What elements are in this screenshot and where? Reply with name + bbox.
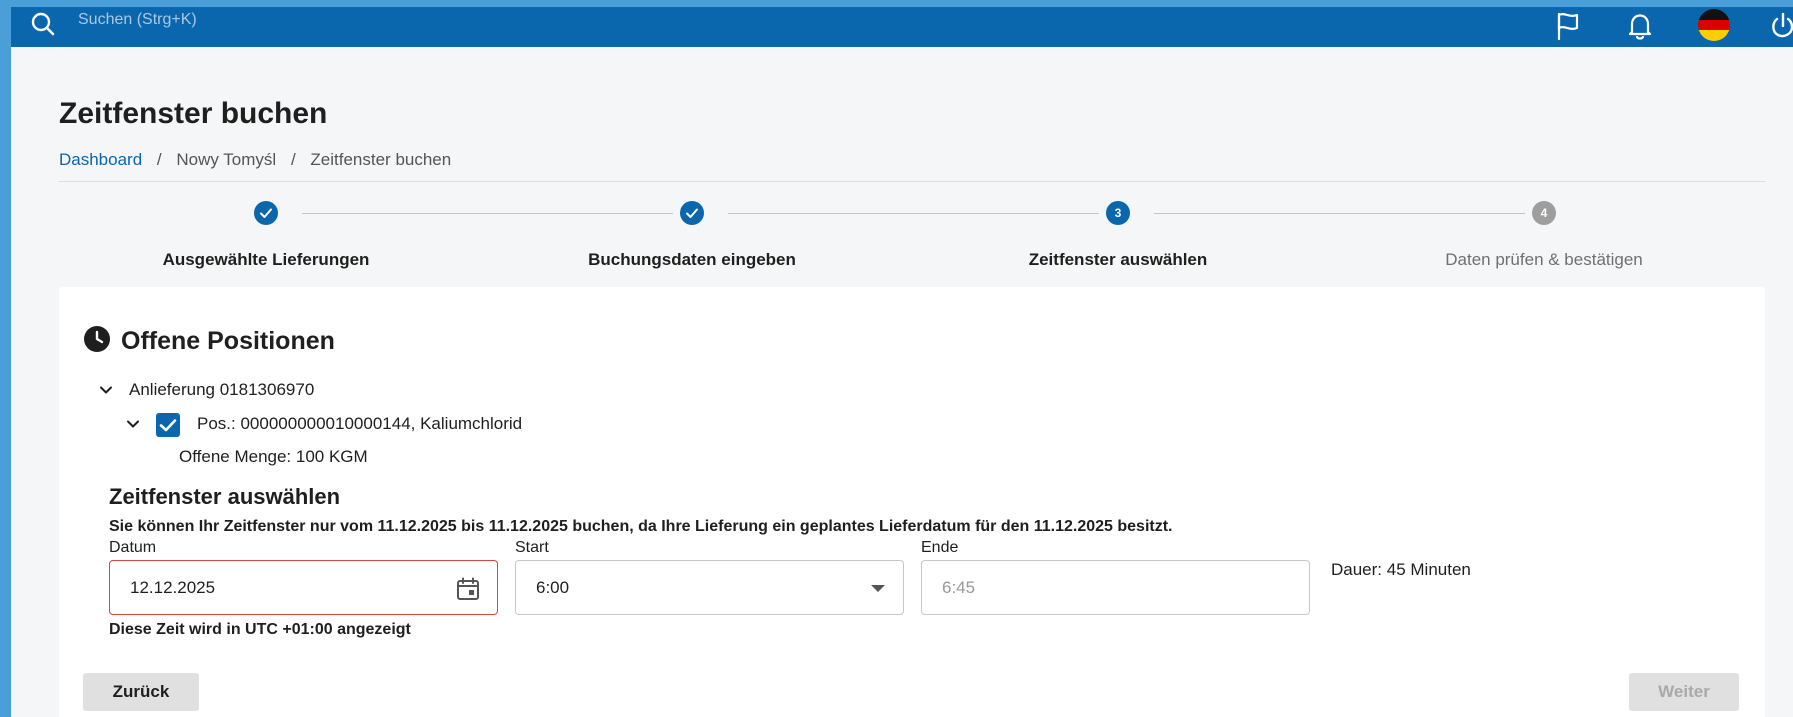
start-label: Start	[515, 539, 549, 556]
step-connector	[1154, 213, 1525, 214]
date-value: 12.12.2025	[130, 577, 216, 597]
search-icon[interactable]	[28, 10, 58, 40]
breadcrumb-separator: /	[290, 150, 296, 169]
step-4-label: Daten prüfen & bestätigen	[1445, 250, 1643, 269]
next-button[interactable]: Weiter	[1629, 673, 1739, 711]
check-icon	[686, 208, 698, 218]
chevron-down-icon[interactable]	[126, 417, 140, 431]
duration-text: Dauer: 45 Minuten	[1331, 560, 1471, 579]
date-label: Datum	[109, 539, 157, 556]
german-flag-icon[interactable]	[1698, 9, 1730, 41]
breadcrumb-dashboard-link[interactable]: Dashboard	[59, 150, 142, 169]
end-label: Ende	[921, 539, 959, 556]
calendar-icon[interactable]	[455, 576, 481, 602]
power-icon[interactable]	[1766, 9, 1793, 43]
back-button[interactable]: Zurück	[83, 673, 199, 711]
timeslot-title: Zeitfenster auswählen	[109, 484, 341, 509]
date-input[interactable]: 12.12.2025	[109, 560, 498, 615]
search-input[interactable]: Suchen (Strg+K)	[78, 11, 197, 29]
end-time-field: 6:45	[921, 560, 1310, 615]
position-label[interactable]: Pos.: 000000000010000144, Kaliumchlorid	[197, 414, 522, 434]
breadcrumb-separator: /	[156, 150, 162, 169]
step-2-label: Buchungsdaten eingeben	[588, 250, 796, 269]
step-2-indicator	[680, 201, 704, 225]
app-window: Suchen (Strg+K) Zeitfenster buchen Dashb…	[11, 7, 1793, 717]
step-3-label: Zeitfenster auswählen	[1028, 250, 1208, 269]
breadcrumb-location[interactable]: Nowy Tomyśl	[176, 150, 276, 169]
step-connector	[302, 213, 673, 214]
chevron-down-icon[interactable]	[99, 383, 113, 397]
clock-icon	[84, 326, 110, 352]
step-3-indicator: 3	[1106, 201, 1130, 225]
step-4-indicator: 4	[1532, 201, 1556, 225]
start-time-select[interactable]: 6:00	[515, 560, 904, 615]
delivery-label[interactable]: Anlieferung 0181306970	[129, 380, 314, 400]
check-icon	[159, 419, 177, 432]
check-icon	[260, 208, 272, 218]
open-quantity: Offene Menge: 100 KGM	[179, 447, 368, 466]
start-value: 6:00	[536, 577, 570, 597]
flag-icon[interactable]	[1551, 9, 1585, 43]
timeslot-info: Sie können Ihr Zeitfenster nur vom 11.12…	[109, 518, 1173, 535]
booking-card: Offene Positionen Anlieferung 0181306970…	[59, 287, 1765, 717]
header-divider	[59, 181, 1765, 182]
position-checkbox[interactable]	[156, 413, 180, 437]
breadcrumb-current: Zeitfenster buchen	[310, 150, 452, 169]
caret-down-icon[interactable]	[871, 585, 885, 592]
end-value: 6:45	[942, 577, 976, 597]
page-title: Zeitfenster buchen	[59, 97, 328, 130]
step-1-label: Ausgewählte Lieferungen	[162, 250, 370, 269]
top-bar: Suchen (Strg+K)	[11, 7, 1793, 47]
breadcrumb: Dashboard / Nowy Tomyśl / Zeitfenster bu…	[59, 150, 451, 170]
open-positions-title: Offene Positionen	[121, 327, 335, 355]
step-1-indicator	[254, 201, 278, 225]
bell-icon[interactable]	[1623, 9, 1657, 43]
utc-note: Diese Zeit wird in UTC +01:00 angezeigt	[109, 621, 411, 638]
step-connector	[728, 213, 1099, 214]
